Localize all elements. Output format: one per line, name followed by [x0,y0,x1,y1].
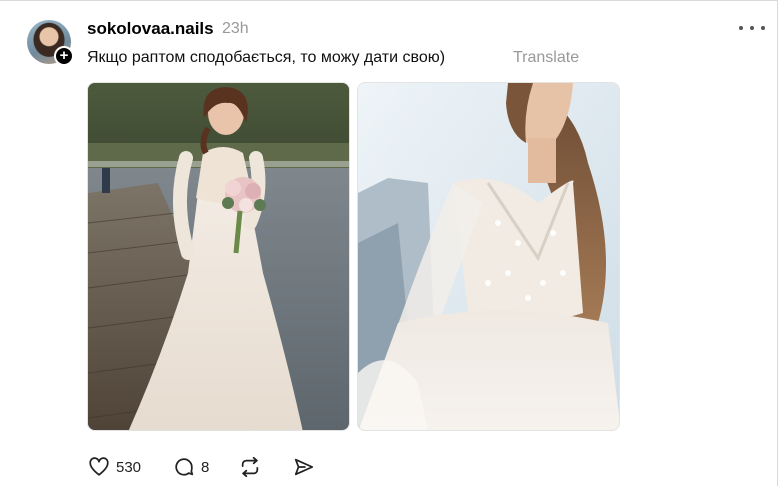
like-count: 530 [116,458,142,476]
frame-top-border [0,0,778,1]
heart-icon[interactable] [88,456,110,478]
translate-link[interactable]: Translate [513,49,579,67]
post-image-1[interactable] [87,82,350,431]
username[interactable]: sokolovaa.nails [87,19,214,39]
comment-action[interactable]: 8 [173,456,209,478]
repost-action[interactable] [238,456,262,478]
post-text: Якщо раптом сподобається, то можу дати с… [87,49,446,66]
post-image-2[interactable] [357,82,620,431]
repost-icon[interactable] [238,456,262,478]
more-dots-icon[interactable] [739,18,765,38]
wedding-dress-closeup-illustration [358,83,619,430]
follow-plus-icon[interactable]: + [54,46,74,66]
like-action[interactable]: 530 [88,456,141,478]
comment-bubble-icon[interactable] [173,456,195,478]
timestamp[interactable]: 23h [222,20,249,38]
bride-on-pier-illustration [88,83,349,430]
comment-count: 8 [201,458,210,476]
send-icon[interactable] [292,456,316,478]
share-action[interactable] [292,456,316,478]
